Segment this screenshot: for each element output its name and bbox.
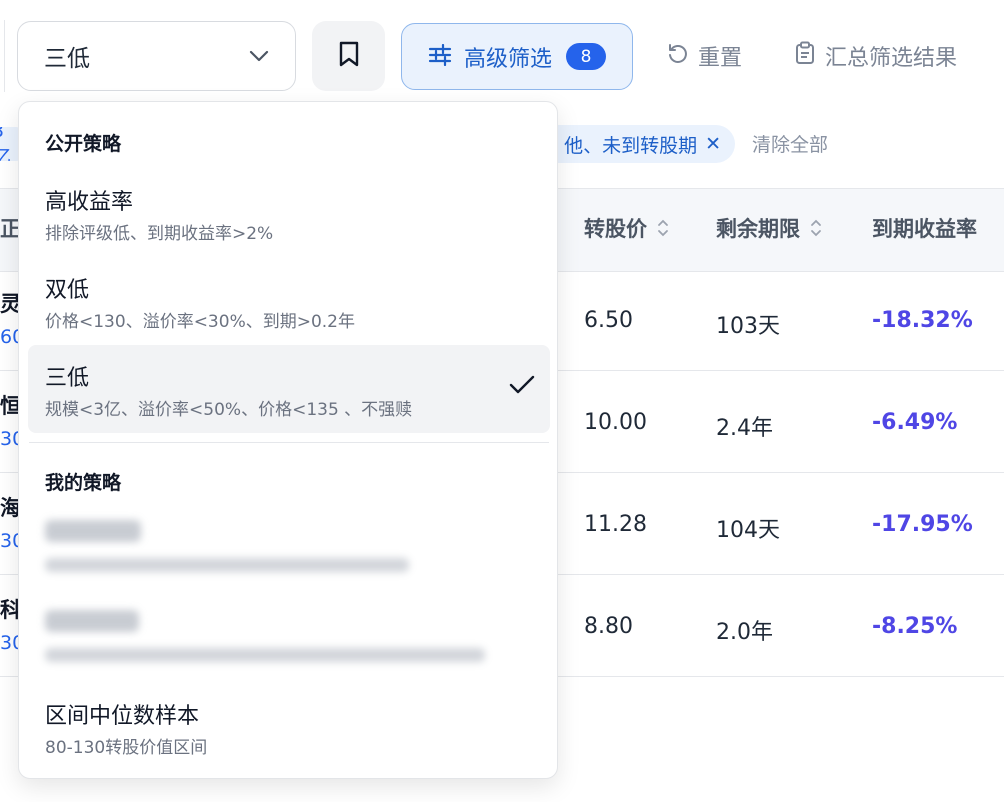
column-header-conv-price-label: 转股价	[584, 217, 647, 241]
option-title: 双低	[45, 278, 90, 303]
column-header-remaining-label: 剩余期限	[716, 217, 800, 241]
clipboard-icon	[795, 41, 815, 71]
option-desc: 排除评级低、到期收益率>2%	[45, 224, 274, 244]
column-header-ytm[interactable]: 到期收益率	[872, 213, 977, 243]
strategy-option-custom-2[interactable]	[28, 596, 550, 676]
remaining-cell: 103天	[716, 314, 780, 339]
advanced-filter-button[interactable]: 高级筛选 8	[401, 23, 633, 90]
option-desc: 规模<3亿、溢价率<50%、价格<135 、不强赎	[45, 400, 413, 420]
chevron-down-icon	[249, 47, 269, 66]
conv-price-cell: 8.80	[584, 614, 633, 639]
conv-price-cell: 6.50	[584, 308, 633, 333]
strategy-option-custom-1[interactable]	[28, 506, 550, 586]
bookmark-button[interactable]	[312, 21, 385, 91]
bookmark-icon	[338, 40, 360, 72]
reset-button[interactable]: 重置	[666, 36, 742, 76]
check-icon	[509, 375, 535, 399]
reset-icon	[666, 42, 688, 70]
summary-label: 汇总筛选结果	[825, 46, 958, 71]
ytm-cell: -8.25%	[872, 614, 958, 639]
strategy-select-value: 三低	[44, 46, 90, 72]
strategy-select[interactable]: 三低	[17, 21, 296, 91]
redacted-option-desc	[45, 558, 409, 572]
filter-chip-label: 他、未到转股期	[564, 134, 698, 157]
redacted-option-title	[45, 610, 139, 632]
group-label-mine: 我的策略	[45, 472, 122, 494]
sort-icon[interactable]	[657, 218, 669, 238]
filter-chip[interactable]: 他、未到转股期 ✕	[530, 125, 735, 163]
redacted-option-desc	[45, 648, 485, 662]
reset-label: 重置	[698, 46, 743, 71]
summary-results-button[interactable]: 汇总筛选结果	[795, 36, 957, 76]
column-header-remaining[interactable]: 剩余期限	[716, 213, 822, 243]
remaining-cell: 2.0年	[716, 620, 773, 645]
ytm-cell: -18.32%	[872, 308, 973, 333]
redacted-option-title	[45, 520, 141, 542]
option-desc: 80-130转股价值区间	[45, 738, 208, 758]
column-header-conv-price[interactable]: 转股价	[584, 213, 669, 243]
strategy-dropdown-menu: 公开策略 高收益率 排除评级低、到期收益率>2% 双低 价格<130、溢价率<3…	[18, 101, 558, 779]
filter-count-badge: 8	[566, 43, 607, 70]
close-icon[interactable]: ✕	[705, 133, 721, 155]
option-desc: 价格<130、溢价率<30%、到期>0.2年	[45, 312, 356, 332]
advanced-filter-label: 高级筛选	[464, 46, 553, 72]
conv-price-cell: 11.28	[584, 512, 647, 537]
option-title: 区间中位数样本	[45, 704, 200, 729]
sort-icon[interactable]	[810, 218, 822, 238]
option-title: 高收益率	[45, 190, 134, 215]
group-label-public: 公开策略	[45, 133, 122, 155]
option-title: 三低	[45, 366, 90, 391]
sliders-icon	[428, 43, 452, 70]
remaining-cell: 104天	[716, 518, 780, 543]
toolbar-left-edge	[0, 20, 5, 92]
clear-all-link[interactable]: 清除全部	[752, 130, 828, 157]
ytm-cell: -6.49%	[872, 410, 958, 435]
column-header-ytm-label: 到期收益率	[872, 217, 977, 241]
menu-divider	[29, 442, 549, 443]
conv-price-cell: 10.00	[584, 410, 647, 435]
ytm-cell: -17.95%	[872, 512, 973, 537]
remaining-cell: 2.4年	[716, 416, 773, 441]
